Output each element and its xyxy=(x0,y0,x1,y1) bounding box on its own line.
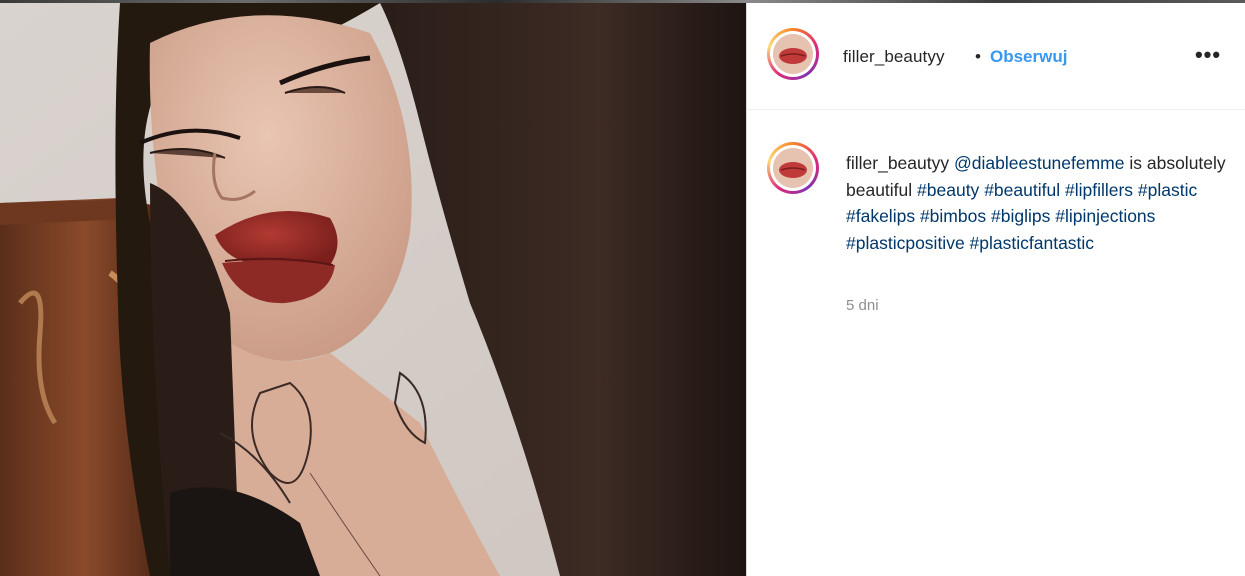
hashtag-link[interactable]: #plasticfantastic xyxy=(970,233,1095,253)
author-username[interactable]: filler_beautyy xyxy=(843,47,945,67)
hashtag-link[interactable]: #plasticpositive xyxy=(846,233,965,253)
follow-button[interactable]: Obserwuj xyxy=(990,47,1067,67)
post-side-panel: filler_beautyy • Obserwuj ••• filler_bea… xyxy=(747,3,1245,576)
post-header: filler_beautyy • Obserwuj ••• xyxy=(747,3,1245,110)
hashtag-link[interactable]: #lipfillers xyxy=(1065,180,1133,200)
more-options-icon[interactable]: ••• xyxy=(1193,42,1223,67)
hashtag-link[interactable]: #lipinjections xyxy=(1055,206,1155,226)
avatar-image xyxy=(773,34,813,74)
hashtag-link[interactable]: #plastic xyxy=(1138,180,1197,200)
hashtag-link[interactable]: #beautiful xyxy=(984,180,1060,200)
avatar-image xyxy=(773,148,813,188)
caption-text: filler_beautyy @diableestunefemme is abs… xyxy=(846,150,1226,256)
author-avatar[interactable] xyxy=(767,28,819,80)
caption-avatar[interactable] xyxy=(767,142,819,194)
caption-author[interactable]: filler_beautyy xyxy=(846,153,949,173)
mention-link[interactable]: @diableestunefemme xyxy=(954,153,1125,173)
hashtag-link[interactable]: #bimbos xyxy=(920,206,986,226)
post-photo[interactable] xyxy=(0,3,746,576)
hashtag-link[interactable]: #biglips xyxy=(991,206,1050,226)
post-photo-image xyxy=(0,3,746,576)
post-timestamp[interactable]: 5 dni xyxy=(846,297,879,314)
hashtag-link[interactable]: #beauty xyxy=(917,180,979,200)
hashtag-link[interactable]: #fakelips xyxy=(846,206,915,226)
separator-dot: • xyxy=(975,47,981,66)
